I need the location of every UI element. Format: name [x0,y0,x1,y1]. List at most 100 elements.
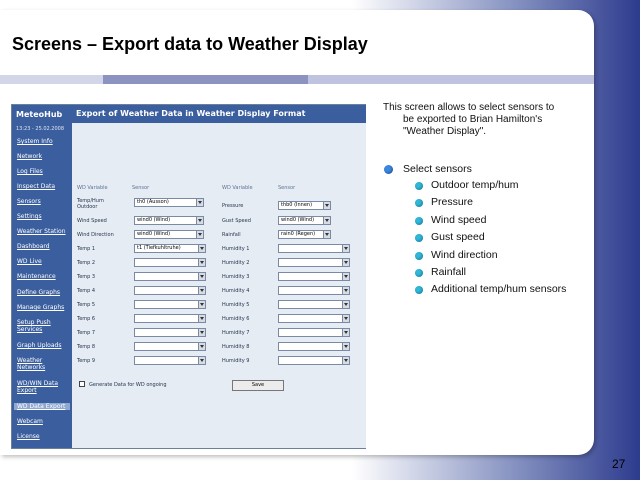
nav-settings[interactable]: Settings [17,213,69,220]
bullet-item: Select sensors [384,163,566,179]
description: This screen allows to select sensors to … [383,102,588,138]
nav-wdwin-data-export[interactable]: WD/WIN Data Export [17,380,69,394]
sensor-select[interactable] [134,328,206,337]
description-line: be exported to Brian Hamilton's [403,114,543,125]
meteohub-brand: MeteoHub [16,110,63,119]
divider-segment [0,75,103,84]
var-label: Temp 2 [77,260,96,266]
sub-bullet-text: Rainfall [431,265,467,278]
sub-bullet-dot-icon [415,268,423,277]
var-label: Pressure [222,203,244,209]
sub-bullet-dot-icon [415,251,423,260]
nav-setup-push-services[interactable]: Setup Push Services [17,319,69,333]
meteohub-header-title: Export of Weather Data in Weather Displa… [76,109,306,118]
description-line: "Weather Display". [403,126,487,137]
sensor-select[interactable] [278,300,350,309]
nav-inspect-data[interactable]: Inspect Data [17,183,69,190]
nav-weather-networks[interactable]: Weather Networks [17,357,69,371]
sensor-select[interactable] [134,342,206,351]
nav-dashboard[interactable]: Dashboard [17,243,69,250]
sensor-select[interactable] [278,258,350,267]
meteohub-header: Export of Weather Data in Weather Displa… [72,105,366,123]
sensor-select[interactable] [134,300,206,309]
sensor-select[interactable] [134,258,206,267]
var-label: Humidity 3 [222,274,250,280]
nav-sensors[interactable]: Sensors [17,198,69,205]
sensor-select[interactable] [278,342,350,351]
sensor-select[interactable] [134,356,206,365]
var-label: Temp 6 [77,316,96,322]
var-label: Humidity 9 [222,358,250,364]
nav-wd-data-export[interactable]: WD Data Export [14,403,70,410]
sensor-select[interactable] [278,356,350,365]
slide-title: Screens – Export data to Weather Display [12,34,368,54]
col-wd-variable-right: WD Variable [222,185,253,191]
generate-data-checkbox[interactable] [79,381,85,387]
bullet-text: Select sensors [403,163,472,175]
var-label: Humidity 4 [222,288,250,294]
var-label: Humidity 6 [222,316,250,322]
var-label: Humidity 7 [222,330,250,336]
nav-system-info[interactable]: System Info [17,138,69,145]
bullet-dot-icon [384,165,393,174]
sub-bullet-dot-icon [415,182,423,190]
divider-segment [308,75,594,84]
sub-bullet-dot-icon [415,216,423,225]
sub-bullet-dot-icon [415,286,423,295]
sub-bullet-item: Outdoor temp/hum [384,179,566,196]
nav-manage-graphs[interactable]: Manage Graphs [17,304,69,311]
nav-graph-uploads[interactable]: Graph Uploads [17,342,69,349]
page-number: 27 [612,457,626,471]
sensor-select[interactable]: rain0 (Regen) [278,230,331,239]
save-button[interactable]: Save [232,380,284,391]
description-line: This screen allows to select sensors to [383,102,555,113]
var-label: Humidity 5 [222,302,250,308]
sensor-select[interactable]: thb0 (Innen) [278,201,331,210]
nav-webcam[interactable]: Webcam [17,418,69,425]
var-label: Temp 7 [77,330,96,336]
sensor-select[interactable] [278,286,350,295]
sensor-select[interactable]: wind0 (Wind) [134,216,204,225]
var-label: Humidity 2 [222,260,250,266]
sensor-select[interactable] [278,328,350,337]
nav-network[interactable]: Network [17,153,69,160]
sensor-select[interactable] [134,286,206,295]
sensor-select[interactable] [278,272,350,281]
nav-define-graphs[interactable]: Define Graphs [17,289,69,296]
sub-bullet-text: Additional temp/hum sensors [431,283,567,296]
sensor-select[interactable] [134,314,206,323]
var-label: Temp 5 [77,302,96,308]
sensor-select[interactable]: t1 (Tiefkuhltruhe) [134,244,206,253]
var-label: Temp 9 [77,358,96,364]
var-label: Wind Speed [77,218,107,224]
nav-license[interactable]: License [17,433,69,440]
var-label: Gust Speed [222,218,251,224]
bullet-list: Select sensors Outdoor temp/hum Pressure… [384,163,566,301]
sub-bullet-text: Wind speed [431,213,487,226]
sub-bullet-item: Wind speed [384,214,566,231]
nav-wd-live[interactable]: WD Live [17,258,69,265]
sub-bullet-text: Gust speed [431,231,485,244]
sensor-select[interactable] [134,272,206,281]
nav-maintenance[interactable]: Maintenance [17,273,69,280]
sub-bullet-text: Pressure [431,196,474,209]
sensor-select[interactable] [278,244,350,253]
sensor-select[interactable] [278,314,350,323]
var-label: Temp 1 [77,246,96,252]
sub-bullet-item: Pressure [384,196,566,213]
nav-log-files[interactable]: Log Files [17,168,69,175]
var-label: Temp 8 [77,344,96,350]
sub-bullet-item: Additional temp/hum sensors [384,283,566,300]
meteohub-datestamp: 13:23 - 25.02.2008 [16,126,65,132]
nav-weather-station[interactable]: Weather Station [17,228,69,235]
sensor-select[interactable]: th0 (Ausson) [134,198,204,207]
var-label: Temp/Hum Outdoor [77,198,104,210]
col-sensor-right: Sensor [278,185,296,191]
meteohub-screenshot: MeteoHub 13:23 - 25.02.2008 System Info … [11,104,366,449]
col-sensor-left: Sensor [132,185,150,191]
sub-bullet-item: Rainfall [384,266,566,283]
sensor-select[interactable]: wind0 (Wind) [134,230,204,239]
sensor-select[interactable]: wind0 (Wind) [278,216,331,225]
sub-bullet-item: Wind direction [384,249,566,266]
sub-bullet-item: Gust speed [384,231,566,248]
